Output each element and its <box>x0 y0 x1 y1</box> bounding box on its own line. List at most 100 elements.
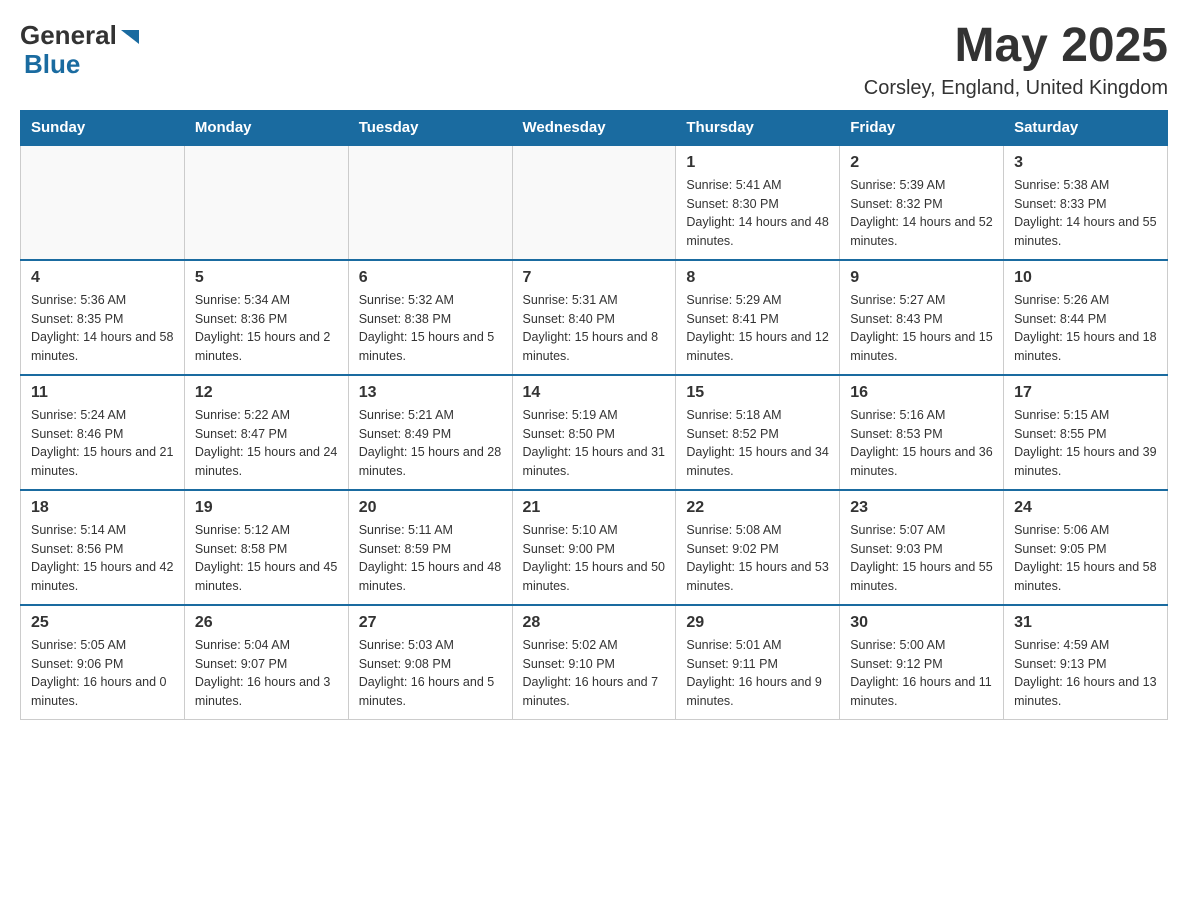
table-row: 6 Sunrise: 5:32 AMSunset: 8:38 PMDaylight… <box>348 260 512 375</box>
table-row: 26Sunrise: 5:04 AMSunset: 9:07 PMDayligh… <box>184 605 348 720</box>
table-row <box>348 145 512 260</box>
day-number: 13 <box>359 384 502 402</box>
table-row: 3 Sunrise: 5:38 AMSunset: 8:33 PMDaylight… <box>1004 145 1168 260</box>
day-info: Sunrise: 5:36 AMSunset: 8:35 PMDaylight:… <box>31 291 174 366</box>
location-subtitle: Corsley, England, United Kingdom <box>864 77 1168 100</box>
day-number: 24 <box>1014 499 1157 517</box>
table-row: 13 Sunrise: 5:21 AMSunset: 8:49 PMDayligh… <box>348 375 512 490</box>
day-number: 21 <box>523 499 666 517</box>
day-info: Sunrise: 5:08 AMSunset: 9:02 PMDaylight:… <box>686 521 829 596</box>
day-info: Sunrise: 5:34 AMSunset: 8:36 PMDaylight:… <box>195 291 338 366</box>
day-number: 4 <box>31 269 174 287</box>
table-row: 16Sunrise: 5:16 AMSunset: 8:53 PMDayligh… <box>840 375 1004 490</box>
table-row: 1 Sunrise: 5:41 AMSunset: 8:30 PMDaylight… <box>676 145 840 260</box>
table-row: 7 Sunrise: 5:31 AMSunset: 8:40 PMDaylight… <box>512 260 676 375</box>
day-info: Sunrise: 5:02 AMSunset: 9:10 PMDaylight:… <box>523 636 666 711</box>
table-row <box>21 145 185 260</box>
day-number: 25 <box>31 614 174 632</box>
day-number: 1 <box>686 154 829 172</box>
table-row: 17Sunrise: 5:15 AMSunset: 8:55 PMDayligh… <box>1004 375 1168 490</box>
day-info: Sunrise: 5:32 AMSunset: 8:38 PMDaylight:… <box>359 291 502 366</box>
calendar-week-row: 1 Sunrise: 5:41 AMSunset: 8:30 PMDaylight… <box>21 145 1168 260</box>
table-row: 15 Sunrise: 5:18 AMSunset: 8:52 PMDayligh… <box>676 375 840 490</box>
day-info: Sunrise: 5:29 AMSunset: 8:41 PMDaylight:… <box>686 291 829 366</box>
day-number: 5 <box>195 269 338 287</box>
day-info: Sunrise: 5:38 AMSunset: 8:33 PMDaylight:… <box>1014 176 1157 251</box>
day-info: Sunrise: 5:06 AMSunset: 9:05 PMDaylight:… <box>1014 521 1157 596</box>
table-row: 4 Sunrise: 5:36 AMSunset: 8:35 PMDaylight… <box>21 260 185 375</box>
day-number: 20 <box>359 499 502 517</box>
day-number: 6 <box>359 269 502 287</box>
logo: General Blue <box>20 20 141 80</box>
day-info: Sunrise: 5:31 AMSunset: 8:40 PMDaylight:… <box>523 291 666 366</box>
table-row: 12 Sunrise: 5:22 AMSunset: 8:47 PMDayligh… <box>184 375 348 490</box>
logo-triangle-icon <box>119 26 141 48</box>
day-number: 3 <box>1014 154 1157 172</box>
day-info: Sunrise: 5:01 AMSunset: 9:11 PMDaylight:… <box>686 636 829 711</box>
table-row: 10Sunrise: 5:26 AMSunset: 8:44 PMDayligh… <box>1004 260 1168 375</box>
day-number: 11 <box>31 384 174 402</box>
table-row: 25 Sunrise: 5:05 AMSunset: 9:06 PMDayligh… <box>21 605 185 720</box>
day-number: 27 <box>359 614 502 632</box>
day-number: 29 <box>686 614 829 632</box>
day-info: Sunrise: 5:21 AMSunset: 8:49 PMDaylight:… <box>359 406 502 481</box>
table-row: 29 Sunrise: 5:01 AMSunset: 9:11 PMDayligh… <box>676 605 840 720</box>
table-row: 14 Sunrise: 5:19 AMSunset: 8:50 PMDayligh… <box>512 375 676 490</box>
day-info: Sunrise: 5:03 AMSunset: 9:08 PMDaylight:… <box>359 636 502 711</box>
table-row: 2Sunrise: 5:39 AMSunset: 8:32 PMDaylight… <box>840 145 1004 260</box>
day-number: 12 <box>195 384 338 402</box>
table-row: 8Sunrise: 5:29 AMSunset: 8:41 PMDaylight… <box>676 260 840 375</box>
calendar-week-row: 11 Sunrise: 5:24 AMSunset: 8:46 PMDayligh… <box>21 375 1168 490</box>
day-info: Sunrise: 5:18 AMSunset: 8:52 PMDaylight:… <box>686 406 829 481</box>
table-row: 9Sunrise: 5:27 AMSunset: 8:43 PMDaylight… <box>840 260 1004 375</box>
day-info: Sunrise: 5:05 AMSunset: 9:06 PMDaylight:… <box>31 636 174 711</box>
day-number: 16 <box>850 384 993 402</box>
day-number: 26 <box>195 614 338 632</box>
day-number: 17 <box>1014 384 1157 402</box>
table-row: 27 Sunrise: 5:03 AMSunset: 9:08 PMDayligh… <box>348 605 512 720</box>
day-number: 15 <box>686 384 829 402</box>
col-wednesday: Wednesday <box>512 110 676 145</box>
col-thursday: Thursday <box>676 110 840 145</box>
day-number: 7 <box>523 269 666 287</box>
table-row: 28 Sunrise: 5:02 AMSunset: 9:10 PMDayligh… <box>512 605 676 720</box>
table-row: 30Sunrise: 5:00 AMSunset: 9:12 PMDayligh… <box>840 605 1004 720</box>
day-number: 18 <box>31 499 174 517</box>
day-info: Sunrise: 5:41 AMSunset: 8:30 PMDaylight:… <box>686 176 829 251</box>
table-row: 19 Sunrise: 5:12 AMSunset: 8:58 PMDayligh… <box>184 490 348 605</box>
day-number: 31 <box>1014 614 1157 632</box>
day-number: 19 <box>195 499 338 517</box>
table-row: 20 Sunrise: 5:11 AMSunset: 8:59 PMDayligh… <box>348 490 512 605</box>
logo-general-text: General <box>20 20 117 51</box>
calendar-week-row: 18 Sunrise: 5:14 AMSunset: 8:56 PMDayligh… <box>21 490 1168 605</box>
day-info: Sunrise: 5:14 AMSunset: 8:56 PMDaylight:… <box>31 521 174 596</box>
table-row: 23Sunrise: 5:07 AMSunset: 9:03 PMDayligh… <box>840 490 1004 605</box>
day-info: Sunrise: 5:19 AMSunset: 8:50 PMDaylight:… <box>523 406 666 481</box>
table-row: 22 Sunrise: 5:08 AMSunset: 9:02 PMDayligh… <box>676 490 840 605</box>
day-number: 28 <box>523 614 666 632</box>
col-monday: Monday <box>184 110 348 145</box>
day-number: 23 <box>850 499 993 517</box>
col-saturday: Saturday <box>1004 110 1168 145</box>
calendar-week-row: 4 Sunrise: 5:36 AMSunset: 8:35 PMDaylight… <box>21 260 1168 375</box>
logo-blue-text: Blue <box>24 49 80 80</box>
day-number: 30 <box>850 614 993 632</box>
table-row: 24 Sunrise: 5:06 AMSunset: 9:05 PMDayligh… <box>1004 490 1168 605</box>
calendar-table: Sunday Monday Tuesday Wednesday Thursday… <box>20 110 1168 720</box>
day-info: Sunrise: 5:12 AMSunset: 8:58 PMDaylight:… <box>195 521 338 596</box>
day-info: Sunrise: 5:22 AMSunset: 8:47 PMDaylight:… <box>195 406 338 481</box>
day-info: Sunrise: 5:11 AMSunset: 8:59 PMDaylight:… <box>359 521 502 596</box>
table-row: 21 Sunrise: 5:10 AMSunset: 9:00 PMDayligh… <box>512 490 676 605</box>
col-tuesday: Tuesday <box>348 110 512 145</box>
calendar-header-row: Sunday Monday Tuesday Wednesday Thursday… <box>21 110 1168 145</box>
day-info: Sunrise: 5:10 AMSunset: 9:00 PMDaylight:… <box>523 521 666 596</box>
day-info: Sunrise: 5:24 AMSunset: 8:46 PMDaylight:… <box>31 406 174 481</box>
title-block: May 2025 Corsley, England, United Kingdo… <box>864 20 1168 100</box>
month-year-title: May 2025 <box>864 20 1168 73</box>
day-number: 14 <box>523 384 666 402</box>
col-sunday: Sunday <box>21 110 185 145</box>
day-number: 22 <box>686 499 829 517</box>
table-row: 31Sunrise: 4:59 AMSunset: 9:13 PMDayligh… <box>1004 605 1168 720</box>
day-info: Sunrise: 5:39 AMSunset: 8:32 PMDaylight:… <box>850 176 993 251</box>
col-friday: Friday <box>840 110 1004 145</box>
